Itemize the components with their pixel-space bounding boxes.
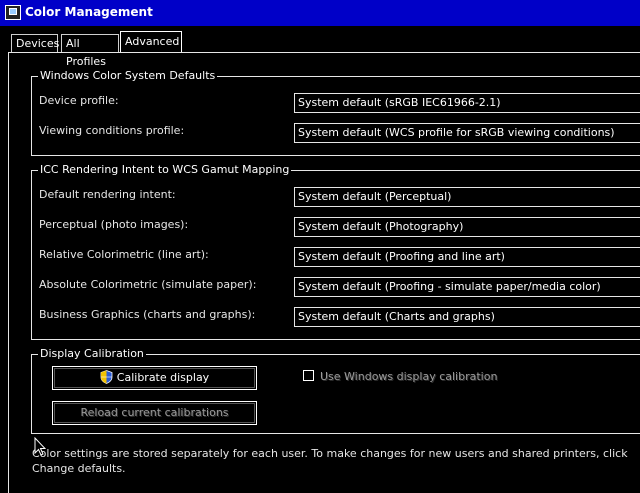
absolute-colorimetric-label: Absolute Colorimetric (simulate paper):: [39, 278, 257, 291]
footer-info-text: Color settings are stored separately for…: [32, 447, 628, 475]
absolute-colorimetric-dropdown[interactable]: System default (Proofing - simulate pape…: [294, 277, 640, 297]
mouse-cursor-icon: [34, 437, 46, 456]
calibrate-display-label: Calibrate display: [116, 371, 210, 384]
tab-advanced[interactable]: Advanced: [120, 31, 182, 53]
window-title: Color Management: [25, 5, 153, 19]
tab-all-profiles[interactable]: All Profiles: [61, 34, 119, 68]
default-intent-label: Default rendering intent:: [39, 188, 176, 201]
business-graphics-dropdown[interactable]: System default (Charts and graphs): [294, 307, 640, 327]
perceptual-dropdown[interactable]: System default (Photography): [294, 217, 640, 237]
device-profile-label: Device profile:: [39, 94, 119, 107]
calibrate-display-button[interactable]: Calibrate display: [52, 366, 257, 390]
use-windows-calibration-checkbox[interactable]: [303, 370, 314, 381]
relative-colorimetric-label: Relative Colorimetric (line art):: [39, 248, 209, 261]
icc-mapping-legend: ICC Rendering Intent to WCS Gamut Mappin…: [38, 163, 292, 176]
display-calibration-legend: Display Calibration: [38, 347, 146, 360]
tab-devices[interactable]: Devices: [11, 34, 59, 52]
perceptual-label: Perceptual (photo images):: [39, 218, 189, 231]
color-management-app-icon: [5, 5, 21, 20]
wcs-defaults-legend: Windows Color System Defaults: [38, 69, 218, 82]
viewing-conditions-label: Viewing conditions profile:: [39, 124, 185, 137]
device-profile-dropdown[interactable]: System default (sRGB IEC61966-2.1): [294, 93, 640, 113]
reload-calibrations-button[interactable]: Reload current calibrations: [52, 401, 257, 425]
shield-icon: [100, 370, 113, 384]
default-intent-dropdown[interactable]: System default (Perceptual): [294, 187, 640, 207]
viewing-conditions-dropdown[interactable]: System default (WCS profile for sRGB vie…: [294, 123, 640, 143]
use-windows-calibration-label: Use Windows display calibration: [320, 370, 498, 383]
title-bar: Color Management: [0, 0, 640, 26]
relative-colorimetric-dropdown[interactable]: System default (Proofing and line art): [294, 247, 640, 267]
wcs-defaults-group: Windows Color System Defaults: [31, 69, 640, 156]
business-graphics-label: Business Graphics (charts and graphs):: [39, 308, 256, 321]
